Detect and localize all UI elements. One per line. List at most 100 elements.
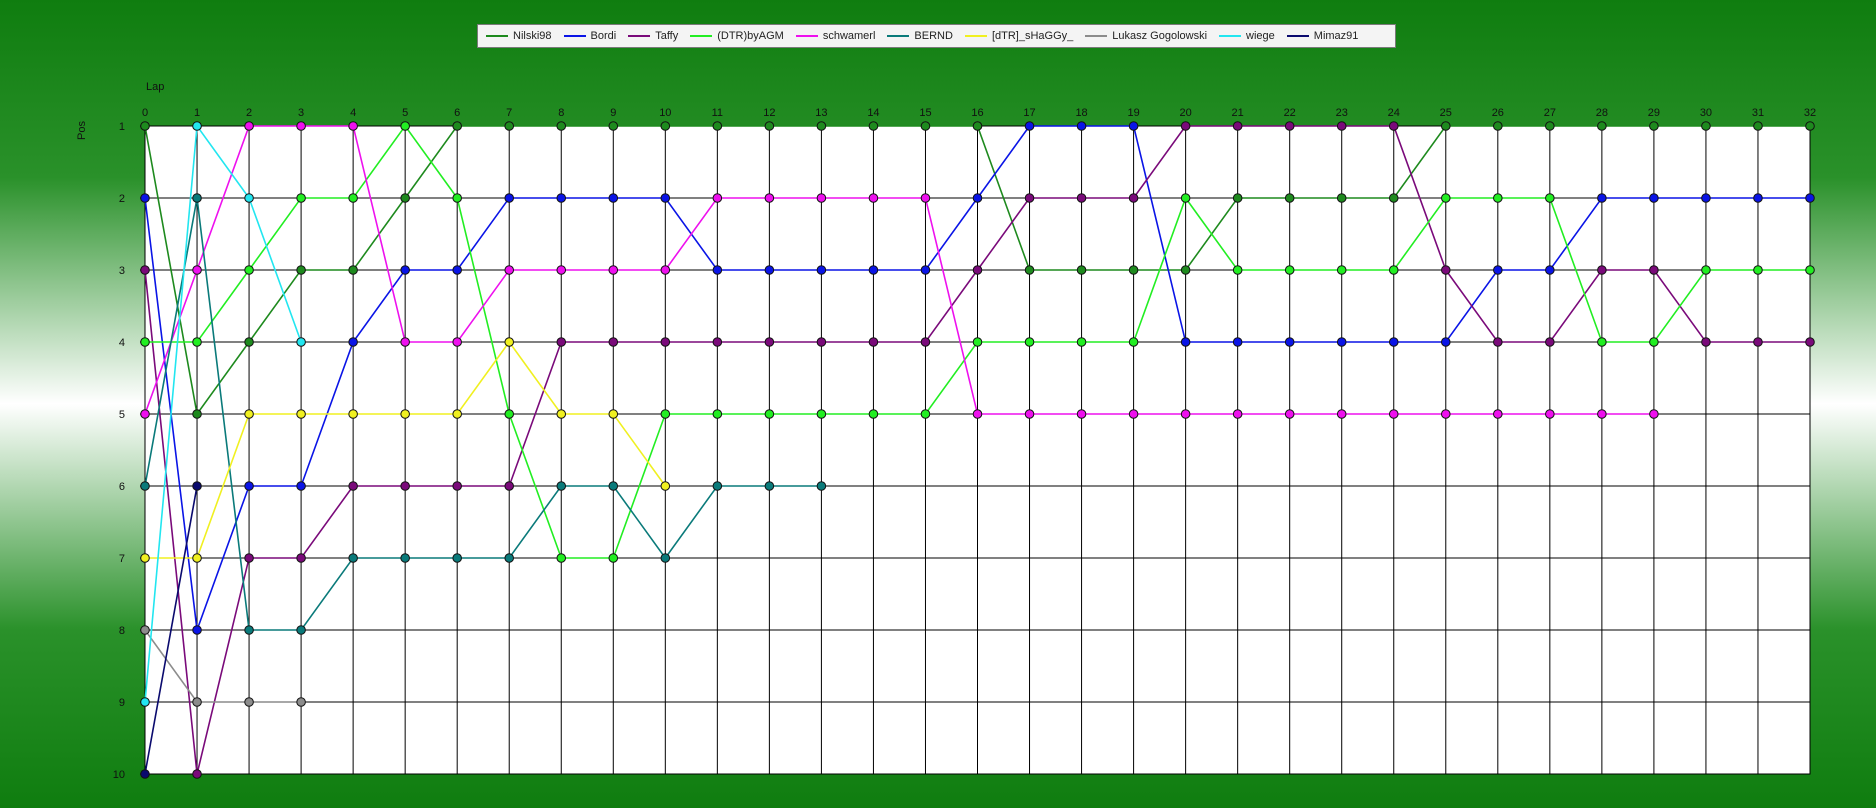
data-point-taffy xyxy=(1076,193,1087,203)
data-point-wiege xyxy=(140,697,150,707)
y-tick-label: 10 xyxy=(113,769,125,781)
data-point-taffy xyxy=(1284,121,1295,131)
x-tick-label: 28 xyxy=(1596,107,1608,119)
y-tick-label: 9 xyxy=(119,697,125,709)
data-point-dtr-shaggy xyxy=(140,553,150,563)
data-point-nilski98 xyxy=(1440,121,1451,131)
data-point-taffy xyxy=(348,481,358,491)
data-point-dtr-byagm xyxy=(1180,193,1191,203)
data-point-schwamerl xyxy=(816,193,827,203)
data-point-nilski98 xyxy=(1024,265,1035,275)
data-point-schwamerl xyxy=(660,265,671,275)
data-point-dtr-byagm xyxy=(244,265,254,275)
data-point-bernd xyxy=(244,625,254,635)
data-point-taffy xyxy=(1232,121,1243,131)
y-tick-label: 6 xyxy=(119,481,125,493)
x-tick-label: 22 xyxy=(1284,107,1296,119)
data-point-schwamerl xyxy=(296,121,306,131)
data-point-lukasz-gogolowski xyxy=(140,625,150,635)
data-point-bordi xyxy=(608,193,619,203)
x-axis-label: Lap xyxy=(146,81,164,93)
y-tick-label: 5 xyxy=(119,409,125,421)
data-point-dtr-byagm xyxy=(1753,265,1763,275)
x-tick-label: 4 xyxy=(350,107,356,119)
data-point-bordi xyxy=(1701,193,1711,203)
data-point-bernd xyxy=(452,553,462,563)
x-tick-label: 18 xyxy=(1075,107,1087,119)
data-point-taffy xyxy=(764,337,775,347)
data-point-nilski98 xyxy=(1388,193,1399,203)
data-point-bernd xyxy=(192,193,202,203)
data-point-dtr-byagm xyxy=(1701,265,1711,275)
data-point-bordi xyxy=(1024,121,1035,131)
data-point-taffy xyxy=(816,337,827,347)
data-point-bordi xyxy=(920,265,931,275)
data-point-bernd xyxy=(608,481,619,491)
data-point-nilski98 xyxy=(348,265,358,275)
data-point-nilski98 xyxy=(920,121,931,131)
data-point-dtr-byagm xyxy=(712,409,723,419)
data-point-schwamerl xyxy=(868,193,879,203)
x-tick-label: 21 xyxy=(1232,107,1244,119)
data-point-nilski98 xyxy=(1545,121,1555,131)
x-tick-label: 32 xyxy=(1804,107,1816,119)
data-point-nilski98 xyxy=(660,121,671,131)
data-point-taffy xyxy=(296,553,306,563)
data-point-bordi xyxy=(1076,121,1087,131)
data-point-bernd xyxy=(764,481,775,491)
data-point-bordi xyxy=(1753,193,1763,203)
y-tick-label: 3 xyxy=(119,265,125,277)
data-point-bernd xyxy=(660,553,671,563)
data-point-nilski98 xyxy=(608,121,619,131)
data-point-dtr-byagm xyxy=(1649,337,1659,347)
y-tick-label: 4 xyxy=(119,337,125,349)
data-point-bernd xyxy=(816,481,827,491)
data-point-taffy xyxy=(1701,337,1711,347)
data-point-nilski98 xyxy=(1232,193,1243,203)
data-point-nilski98 xyxy=(192,409,202,419)
data-point-bordi xyxy=(348,337,358,347)
data-point-schwamerl xyxy=(1076,409,1087,419)
data-point-bernd xyxy=(504,553,515,563)
data-point-dtr-byagm xyxy=(140,337,150,347)
data-point-dtr-byagm xyxy=(816,409,827,419)
data-point-bordi xyxy=(1597,193,1607,203)
data-point-dtr-byagm xyxy=(400,121,410,131)
data-point-dtr-byagm xyxy=(556,553,567,563)
x-tick-label: 31 xyxy=(1752,107,1764,119)
data-point-taffy xyxy=(1024,193,1035,203)
data-point-schwamerl xyxy=(556,265,567,275)
x-tick-label: 2 xyxy=(246,107,252,119)
data-point-dtr-shaggy xyxy=(244,409,254,419)
data-point-bordi xyxy=(1128,121,1139,131)
data-point-dtr-byagm xyxy=(1805,265,1815,275)
data-point-nilski98 xyxy=(1493,121,1503,131)
data-point-dtr-shaggy xyxy=(504,337,515,347)
data-point-taffy xyxy=(1388,121,1399,131)
x-tick-label: 8 xyxy=(558,107,564,119)
data-point-dtr-byagm xyxy=(1024,337,1035,347)
data-point-schwamerl xyxy=(1440,409,1451,419)
x-tick-label: 29 xyxy=(1648,107,1660,119)
data-point-bordi xyxy=(192,625,202,635)
data-point-nilski98 xyxy=(1284,193,1295,203)
data-point-taffy xyxy=(504,481,515,491)
x-tick-label: 25 xyxy=(1440,107,1452,119)
data-point-dtr-shaggy xyxy=(400,409,410,419)
y-axis-label: Pos xyxy=(76,121,88,140)
data-point-bordi xyxy=(1545,265,1555,275)
data-point-taffy xyxy=(972,265,983,275)
data-point-bordi xyxy=(556,193,567,203)
data-point-bernd xyxy=(348,553,358,563)
data-point-nilski98 xyxy=(1805,121,1815,131)
data-point-schwamerl xyxy=(1597,409,1607,419)
data-point-bordi xyxy=(296,481,306,491)
data-point-schwamerl xyxy=(1128,409,1139,419)
data-point-dtr-shaggy xyxy=(660,481,671,491)
data-point-nilski98 xyxy=(1649,121,1659,131)
data-point-wiege xyxy=(244,193,254,203)
y-tick-label: 8 xyxy=(119,625,125,637)
data-point-taffy xyxy=(1493,337,1503,347)
data-point-dtr-byagm xyxy=(1545,193,1555,203)
data-point-dtr-byagm xyxy=(1076,337,1087,347)
